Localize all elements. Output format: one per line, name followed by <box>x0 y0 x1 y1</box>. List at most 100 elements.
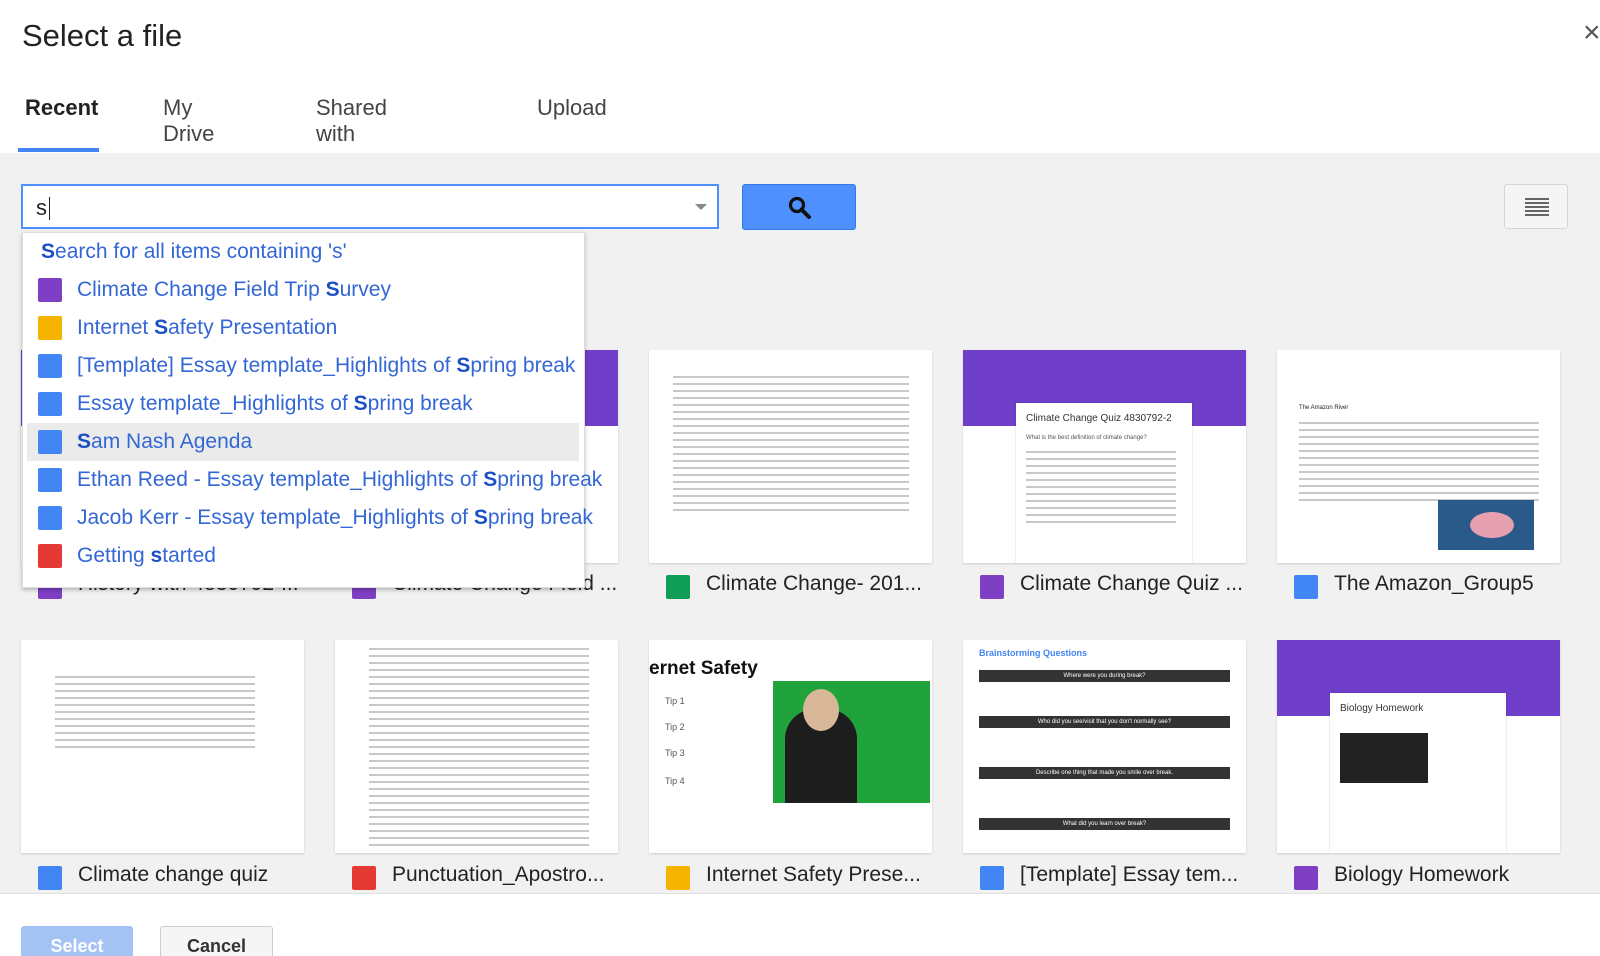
brainstorm-row: Where were you during break? <box>979 670 1230 682</box>
file-card-climate-change-quiz[interactable] <box>21 640 304 853</box>
pdf-preview-lines <box>369 648 589 851</box>
suggestion-text: Climate Change Field Trip Survey <box>77 278 391 301</box>
file-card-climate-quiz[interactable]: Climate Change Quiz 4830792-2 What is th… <box>963 350 1246 563</box>
suggestion-item[interactable]: Ethan Reed - Essay template_Highlights o… <box>27 461 602 499</box>
quiz-preview-question: What is the best definition of climate c… <box>1026 435 1147 441</box>
brainstorm-title: Brainstorming Questions <box>979 648 1088 658</box>
file-card-biology[interactable]: Biology Homework <box>1277 640 1560 853</box>
suggestion-item[interactable]: Getting started <box>27 537 579 575</box>
file-label[interactable]: Climate Change- 201... <box>650 572 950 602</box>
suggestion-item[interactable]: Essay template_Highlights of Spring brea… <box>27 385 579 423</box>
slides-icon <box>666 866 690 890</box>
file-name: Internet Safety Prese... <box>706 863 921 886</box>
form-icon <box>1294 866 1318 890</box>
pdf-icon <box>38 544 62 568</box>
tip-2: Tip 2 <box>665 722 685 732</box>
file-card-internet-safety[interactable]: ernet Safety Tip 1 Tip 2 Tip 3 Tip 4 <box>649 640 932 853</box>
chevron-down-icon[interactable] <box>695 204 707 210</box>
search-input[interactable]: s <box>21 184 719 229</box>
file-label[interactable]: The Amazon_Group5 <box>1278 572 1578 602</box>
file-name: Punctuation_Apostro... <box>392 863 605 886</box>
dolphin-shape <box>1470 512 1514 538</box>
close-icon[interactable]: × <box>1583 16 1600 50</box>
file-name: Climate Change Quiz ... <box>1020 572 1243 595</box>
suggestion-search-all[interactable]: Search for all items containing 's' <box>27 233 579 271</box>
file-name: Biology Homework <box>1334 863 1510 886</box>
presenter-face <box>803 689 839 731</box>
dialog-footer: Select Cancel <box>0 893 1600 956</box>
search-input-value: s <box>36 195 47 220</box>
tab-upload[interactable]: Upload <box>537 95 607 153</box>
form-preview: Biology Homework <box>1330 693 1506 853</box>
doc-icon <box>980 866 1004 890</box>
cancel-button[interactable]: Cancel <box>160 926 273 956</box>
file-card-template-essay[interactable]: Brainstorming Questions Where were you d… <box>963 640 1246 853</box>
file-picker-dialog: Select a file × Recent My Drive Shared w… <box>0 0 1600 956</box>
active-tab-indicator <box>18 148 99 152</box>
slides-icon <box>38 316 62 340</box>
quiz-preview-lines <box>1026 451 1176 528</box>
dolphin-image <box>1438 500 1534 550</box>
suggestion-text: Getting started <box>77 544 216 567</box>
file-card-climate-sheet[interactable] <box>649 350 932 563</box>
tab-my-drive[interactable]: My Drive <box>163 95 214 153</box>
video-preview-image <box>773 681 930 803</box>
doc-icon <box>38 866 62 890</box>
amazon-preview-header: The Amazon River <box>1299 405 1349 411</box>
file-name: The Amazon_Group5 <box>1334 572 1534 595</box>
brainstorm-row: Describe one thing that made you smile o… <box>979 767 1230 779</box>
suggestion-text: Search for all items containing 's' <box>41 240 347 263</box>
file-label[interactable]: Internet Safety Prese... <box>650 863 950 893</box>
select-button[interactable]: Select <box>21 926 133 956</box>
form-icon <box>38 278 62 302</box>
tip-1: Tip 1 <box>665 696 685 706</box>
text-caret <box>49 197 50 220</box>
biology-preview-title: Biology Homework <box>1340 703 1424 714</box>
file-label[interactable]: Biology Homework <box>1278 863 1578 893</box>
suggestion-text: Jacob Kerr - Essay template_Highlights o… <box>77 506 593 529</box>
list-view-button[interactable] <box>1504 184 1568 229</box>
doc-icon <box>38 392 62 416</box>
file-label[interactable]: Punctuation_Apostro... <box>336 863 636 893</box>
file-name: Climate Change- 201... <box>706 572 922 595</box>
doc-icon <box>38 354 62 378</box>
form-icon <box>980 575 1004 599</box>
video-preview <box>1340 733 1428 783</box>
dialog-header: Select a file × Recent My Drive Shared w… <box>0 0 1600 172</box>
suggestion-item-highlighted[interactable]: Sam Nash Agenda <box>27 423 579 461</box>
search-button[interactable] <box>742 184 856 230</box>
file-label[interactable]: Climate Change Quiz ... <box>964 572 1264 602</box>
doc-preview-lines <box>55 676 255 753</box>
brainstorm-row: Who did you see/visit that you don't nor… <box>979 716 1230 728</box>
form-preview: Climate Change Quiz 4830792-2 What is th… <box>1016 403 1192 563</box>
file-label[interactable]: Climate change quiz <box>22 863 322 893</box>
doc-icon <box>38 430 62 454</box>
tip-4: Tip 4 <box>665 776 685 786</box>
suggestion-item[interactable]: Jacob Kerr - Essay template_Highlights o… <box>27 499 593 537</box>
search-suggestions: Search for all items containing 's' Clim… <box>22 232 602 588</box>
suggestion-item[interactable]: Climate Change Field Trip Survey <box>27 271 579 309</box>
tab-shared-with-me[interactable]: Shared with me <box>316 95 387 172</box>
search-icon <box>788 196 811 219</box>
suggestion-text: Internet Safety Presentation <box>77 316 338 339</box>
suggestion-text: Sam Nash Agenda <box>77 430 253 453</box>
pdf-icon <box>352 866 376 890</box>
suggestion-text: Ethan Reed - Essay template_Highlights o… <box>77 468 603 491</box>
doc-icon <box>38 468 62 492</box>
dialog-title: Select a file <box>22 18 183 53</box>
tip-3: Tip 3 <box>665 748 685 758</box>
suggestion-item[interactable]: Internet Safety Presentation <box>27 309 579 347</box>
suggestion-text: [Template] Essay template_Highlights of … <box>77 354 576 377</box>
doc-icon <box>1294 575 1318 599</box>
file-card-amazon[interactable]: The Amazon River <box>1277 350 1560 563</box>
brainstorm-row: What did you learn over break? <box>979 818 1230 830</box>
file-card-punctuation[interactable] <box>335 640 618 853</box>
tab-recent[interactable]: Recent <box>25 95 98 153</box>
file-name: Climate change quiz <box>78 863 269 886</box>
spreadsheet-preview <box>673 376 909 516</box>
suggestion-item[interactable]: [Template] Essay template_Highlights of … <box>27 347 579 385</box>
list-view-icon <box>1525 198 1549 216</box>
suggestion-text: Essay template_Highlights of Spring brea… <box>77 392 473 415</box>
file-label[interactable]: [Template] Essay tem... <box>964 863 1264 893</box>
slide-preview-title: ernet Safety <box>649 658 758 679</box>
